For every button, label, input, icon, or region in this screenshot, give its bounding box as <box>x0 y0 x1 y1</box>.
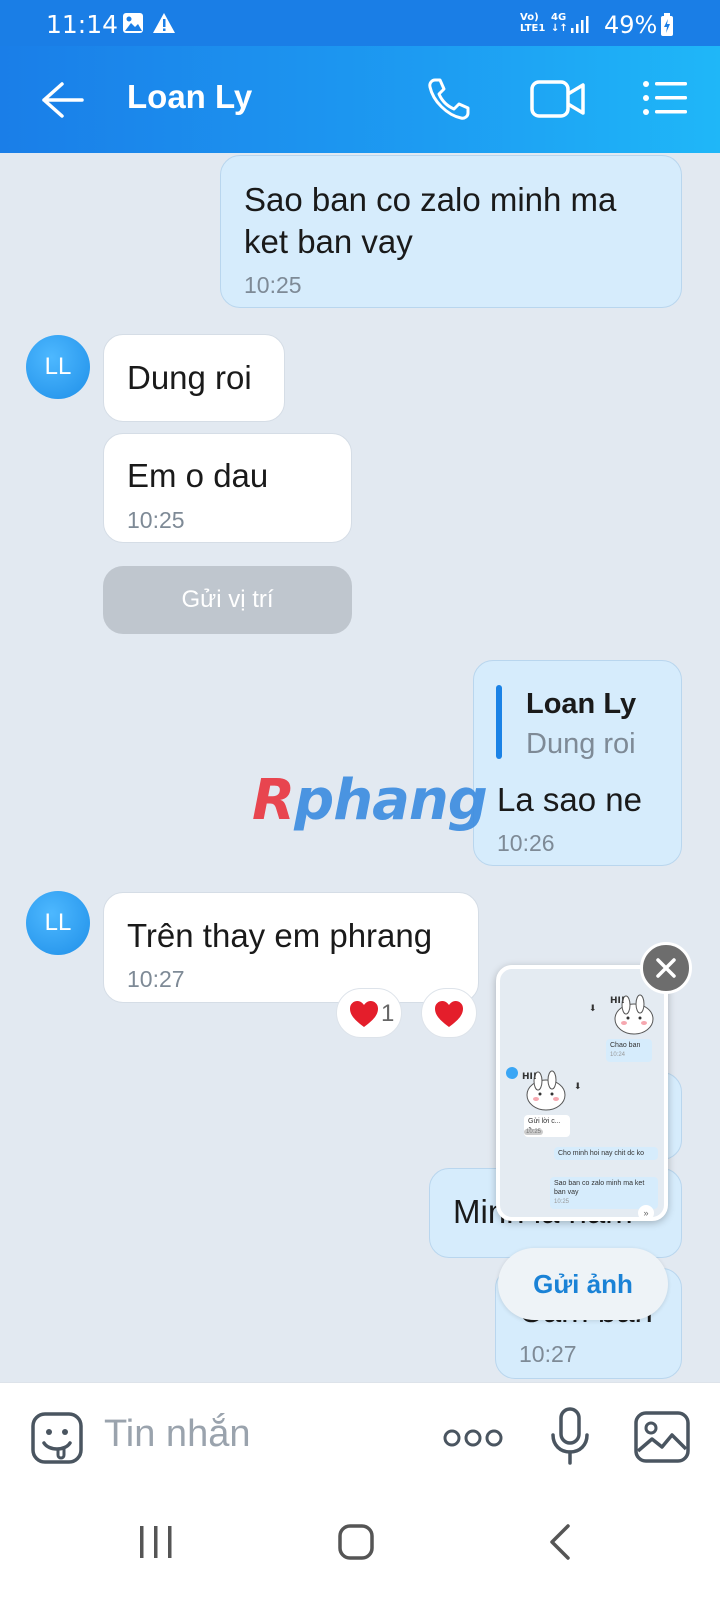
recent-screenshot-thumbnail[interactable]: HI! ⬇ Chao ban 10:24 HI! ⬇ Gửi lời c... … <box>496 965 668 1221</box>
status-bar: 11:14 Vo) LTE1 4G ↓↑ 49% <box>0 0 720 46</box>
signal-icon <box>570 14 590 38</box>
heart-icon <box>349 1000 379 1033</box>
network-bottom-label: LTE1 <box>520 23 546 34</box>
sticker-icon: HI! <box>520 1067 568 1111</box>
close-icon <box>655 957 677 984</box>
thumb-bubble: Sao ban co zalo minh ma ket ban vay 10:2… <box>550 1177 658 1209</box>
thumb-bubble: Cho minh hoi nay chit dc ko <box>554 1147 658 1160</box>
message-bubble-sent[interactable]: Sao ban co zalo minh ma ket ban vay 10:2… <box>220 155 682 308</box>
status-time: 11:14 <box>46 10 119 39</box>
network-type-text: 4G <box>551 12 567 23</box>
avatar[interactable]: LL <box>26 335 90 399</box>
network-label: Vo) LTE1 <box>520 12 545 34</box>
message-text: La sao ne <box>497 781 642 818</box>
avatar[interactable]: LL <box>26 891 90 955</box>
chat-header: Loan Ly <box>0 46 720 153</box>
battery-charging-icon <box>660 13 674 41</box>
thumb-time: 10:25 <box>554 1199 570 1205</box>
menu-icon[interactable] <box>642 80 688 121</box>
react-button[interactable] <box>421 988 477 1038</box>
send-photo-button[interactable]: Gửi ảnh <box>498 1248 668 1320</box>
system-nav-bar <box>0 1490 720 1600</box>
svg-text:HI!: HI! <box>522 1072 537 1082</box>
send-location-button[interactable]: Gửi vị trí <box>103 566 352 634</box>
sticker-text: HI! <box>610 996 625 1006</box>
message-text: ket ban vay <box>244 223 413 260</box>
more-icon[interactable] <box>443 1427 503 1454</box>
thumb-text: Chao ban <box>610 1042 641 1049</box>
network-top-label: Vo) <box>520 12 539 23</box>
watermark-logo: Rphang <box>252 768 488 833</box>
thumb-text: Cho minh hoi nay chit dc ko <box>558 1150 644 1157</box>
message-text: Dung roi <box>127 359 252 396</box>
watermark-rest: phang <box>294 768 488 833</box>
sticker-icon: HI! <box>608 991 656 1035</box>
microphone-icon[interactable] <box>550 1407 590 1470</box>
message-time: 10:27 <box>127 966 185 992</box>
back-icon[interactable] <box>548 1524 572 1565</box>
message-time: 10:25 <box>127 507 185 533</box>
thumb-bubble: Chao ban 10:24 <box>606 1039 652 1062</box>
message-text: Trên thay em phrang <box>127 917 433 954</box>
thumb-text: Sao ban co zalo minh ma ket ban vay <box>554 1180 645 1196</box>
download-icon: ⬇ <box>574 1081 582 1091</box>
warning-icon <box>152 12 176 38</box>
gallery-icon[interactable] <box>634 1411 690 1468</box>
message-bubble-received[interactable]: Trên thay em phrang 10:27 <box>103 892 479 1003</box>
reaction-count: 1 <box>381 1000 395 1027</box>
thumb-avatar <box>506 1067 518 1079</box>
message-bubble-sent-reply[interactable]: Loan Ly Dung roi La sao ne 10:26 <box>473 660 682 866</box>
close-thumbnail-button[interactable] <box>640 942 692 994</box>
video-call-icon[interactable] <box>530 78 586 125</box>
image-icon <box>122 12 144 38</box>
contact-name[interactable]: Loan Ly <box>127 78 252 116</box>
back-arrow-icon[interactable] <box>40 80 84 125</box>
message-input[interactable]: Tin nhắn <box>104 1413 250 1456</box>
download-icon: ⬇ <box>589 1003 597 1013</box>
quote-sender: Loan Ly <box>526 688 637 720</box>
message-text: Em o dau <box>127 457 269 494</box>
message-input-bar: Tin nhắn <box>0 1382 720 1490</box>
message-time: 10:27 <box>519 1341 577 1367</box>
sticker-icon[interactable] <box>30 1411 84 1470</box>
watermark-first: R <box>252 768 295 833</box>
reaction-badge[interactable]: 1 <box>336 988 402 1038</box>
quote-bar <box>496 685 502 759</box>
quote-text: Dung roi <box>526 728 636 760</box>
phone-icon[interactable] <box>426 76 472 127</box>
message-text: Sao ban co zalo minh ma <box>244 181 617 218</box>
message-time: 10:25 <box>244 272 302 298</box>
thumb-time: 10:24 <box>610 1052 626 1058</box>
battery-level: 49% <box>604 11 658 39</box>
home-icon[interactable] <box>338 1524 374 1565</box>
thumb-time: 10:25 <box>524 1129 544 1135</box>
heart-icon <box>434 1000 464 1033</box>
message-bubble-received[interactable]: Dung roi <box>103 334 285 422</box>
message-bubble-received[interactable]: Em o dau 10:25 <box>103 433 352 543</box>
message-time: 10:26 <box>497 830 555 856</box>
recent-apps-icon[interactable] <box>138 1524 174 1565</box>
network-type-label: 4G ↓↑ <box>551 12 568 34</box>
scroll-down-icon: » <box>638 1205 654 1217</box>
